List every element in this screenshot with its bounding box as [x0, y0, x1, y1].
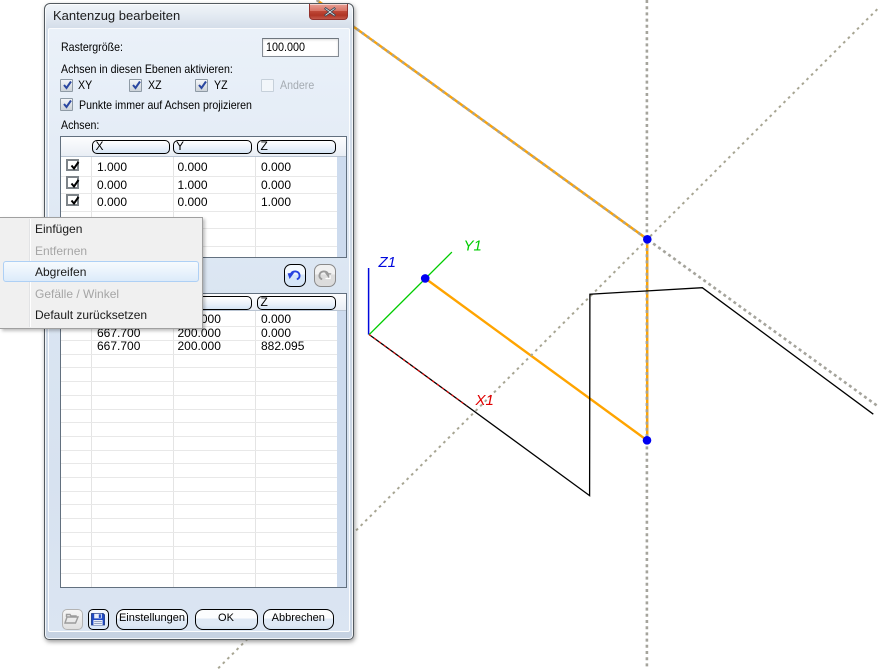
svg-text:X1: X1 — [475, 392, 494, 409]
svg-text:Y1: Y1 — [464, 238, 482, 255]
svg-text:Z1: Z1 — [378, 254, 397, 271]
